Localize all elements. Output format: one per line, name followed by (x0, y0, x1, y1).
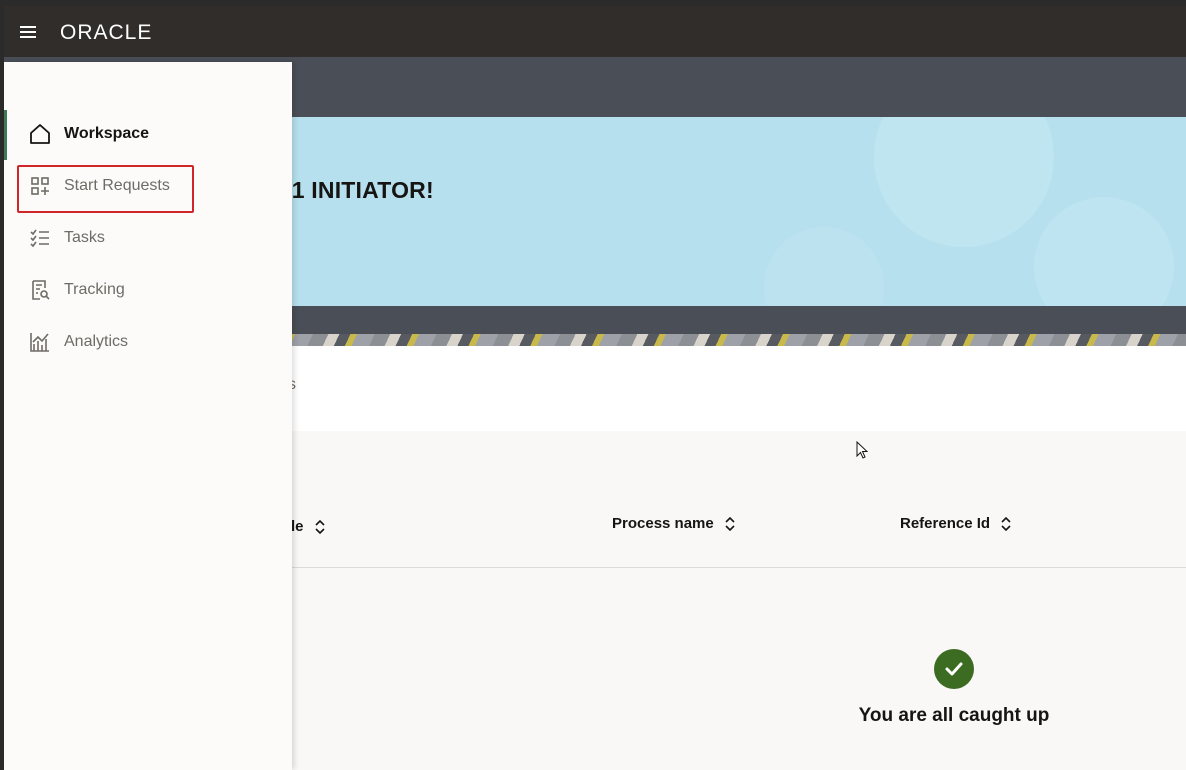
nav-item-workspace[interactable]: Workspace (4, 108, 292, 160)
empty-state-message: You are all caught up (858, 705, 1050, 726)
chart-icon (28, 330, 52, 354)
column-label: Reference Id (900, 515, 991, 532)
nav-item-tracking[interactable]: Tracking (4, 264, 292, 316)
nav-item-label: Start Requests (64, 177, 170, 194)
navigation-drawer: Workspace Start Requests Tasks Tracking … (4, 62, 292, 770)
sort-icon (314, 519, 325, 534)
checklist-icon (28, 226, 52, 250)
column-label: Process name (612, 515, 714, 532)
sort-icon (1001, 516, 1011, 531)
check-circle-icon (934, 649, 974, 689)
column-reference-id-header[interactable]: Reference Id (900, 515, 1012, 532)
nav-item-label: Tasks (64, 229, 105, 246)
home-icon (28, 122, 52, 146)
mouse-cursor-icon (856, 441, 869, 459)
nav-item-tasks[interactable]: Tasks (4, 212, 292, 264)
nav-item-label: Workspace (64, 125, 150, 142)
sort-icon (725, 516, 735, 531)
hamburger-menu-icon[interactable] (20, 22, 40, 42)
brand-text: ORACLE (60, 22, 152, 42)
column-process-name-header[interactable]: Process name (612, 515, 736, 532)
oracle-logo[interactable]: ORACLE (60, 22, 184, 42)
nav-item-label: Tracking (64, 281, 125, 298)
nav-item-label: Analytics (64, 333, 129, 350)
navigation-list: Workspace Start Requests Tasks Tracking … (4, 108, 292, 368)
top-bar: ORACLE (4, 6, 1186, 57)
nav-item-analytics[interactable]: Analytics (4, 316, 292, 368)
empty-state: You are all caught up (784, 649, 1124, 727)
document-search-icon (28, 278, 52, 302)
grid-plus-icon (28, 174, 52, 198)
nav-item-start-requests[interactable]: Start Requests (4, 160, 292, 213)
